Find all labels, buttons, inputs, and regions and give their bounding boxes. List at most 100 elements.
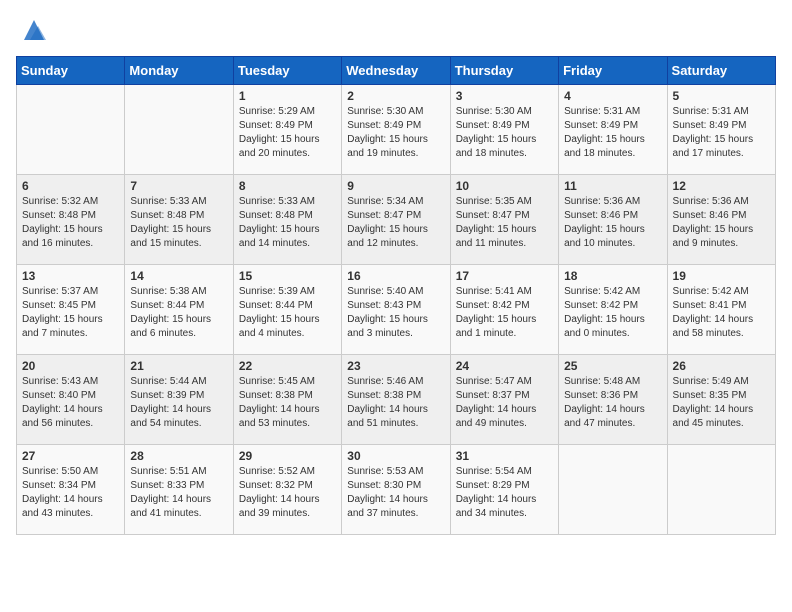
cell-content: Sunrise: 5:44 AM Sunset: 8:39 PM Dayligh… <box>130 375 227 431</box>
cell-content: Sunrise: 5:30 AM Sunset: 8:49 PM Dayligh… <box>347 105 444 161</box>
day-number: 25 <box>564 359 661 373</box>
calendar-cell <box>559 445 667 535</box>
cell-content: Sunrise: 5:47 AM Sunset: 8:37 PM Dayligh… <box>456 375 553 431</box>
calendar-cell: 6 Sunrise: 5:32 AM Sunset: 8:48 PM Daylig… <box>17 175 125 265</box>
calendar-cell: 31Sunrise: 5:54 AM Sunset: 8:29 PM Dayli… <box>450 445 558 535</box>
day-number: 15 <box>239 269 336 283</box>
cell-content: Sunrise: 5:49 AM Sunset: 8:35 PM Dayligh… <box>673 375 770 431</box>
header-sunday: Sunday <box>17 57 125 85</box>
cell-content: Sunrise: 5:34 AM Sunset: 8:47 PM Dayligh… <box>347 195 444 251</box>
cell-content: Sunrise: 5:32 AM Sunset: 8:48 PM Dayligh… <box>22 195 119 251</box>
calendar-cell: 24 Sunrise: 5:47 AM Sunset: 8:37 PM Dayli… <box>450 355 558 445</box>
cell-content: Sunrise: 5:31 AM Sunset: 8:49 PM Dayligh… <box>673 105 770 161</box>
calendar-header-row: SundayMondayTuesdayWednesdayThursdayFrid… <box>17 57 776 85</box>
cell-content: Sunrise: 5:30 AM Sunset: 8:49 PM Dayligh… <box>456 105 553 161</box>
cell-content: Sunrise: 5:38 AM Sunset: 8:44 PM Dayligh… <box>130 285 227 341</box>
calendar-cell: 7 Sunrise: 5:33 AM Sunset: 8:48 PM Daylig… <box>125 175 233 265</box>
day-number: 24 <box>456 359 553 373</box>
cell-content: Sunrise: 5:46 AM Sunset: 8:38 PM Dayligh… <box>347 375 444 431</box>
calendar-table: SundayMondayTuesdayWednesdayThursdayFrid… <box>16 56 776 535</box>
calendar-cell: 21 Sunrise: 5:44 AM Sunset: 8:39 PM Dayli… <box>125 355 233 445</box>
cell-content: Sunrise: 5:53 AM Sunset: 8:30 PM Dayligh… <box>347 465 444 521</box>
cell-content: Sunrise: 5:31 AM Sunset: 8:49 PM Dayligh… <box>564 105 661 161</box>
header-wednesday: Wednesday <box>342 57 450 85</box>
calendar-cell: 15 Sunrise: 5:39 AM Sunset: 8:44 PM Dayli… <box>233 265 341 355</box>
calendar-week-row: 20 Sunrise: 5:43 AM Sunset: 8:40 PM Dayli… <box>17 355 776 445</box>
cell-content: Sunrise: 5:45 AM Sunset: 8:38 PM Dayligh… <box>239 375 336 431</box>
calendar-cell: 22 Sunrise: 5:45 AM Sunset: 8:38 PM Dayli… <box>233 355 341 445</box>
calendar-cell: 19 Sunrise: 5:42 AM Sunset: 8:41 PM Dayli… <box>667 265 775 355</box>
header-tuesday: Tuesday <box>233 57 341 85</box>
cell-content: Sunrise: 5:37 AM Sunset: 8:45 PM Dayligh… <box>22 285 119 341</box>
day-number: 10 <box>456 179 553 193</box>
day-number: 17 <box>456 269 553 283</box>
logo <box>16 16 48 44</box>
calendar-cell: 2 Sunrise: 5:30 AM Sunset: 8:49 PM Daylig… <box>342 85 450 175</box>
calendar-cell: 10 Sunrise: 5:35 AM Sunset: 8:47 PM Dayli… <box>450 175 558 265</box>
cell-content: Sunrise: 5:35 AM Sunset: 8:47 PM Dayligh… <box>456 195 553 251</box>
day-number: 9 <box>347 179 444 193</box>
calendar-week-row: 1 Sunrise: 5:29 AM Sunset: 8:49 PM Daylig… <box>17 85 776 175</box>
calendar-cell: 1 Sunrise: 5:29 AM Sunset: 8:49 PM Daylig… <box>233 85 341 175</box>
calendar-cell: 29 Sunrise: 5:52 AM Sunset: 8:32 PM Dayli… <box>233 445 341 535</box>
cell-content: Sunrise: 5:42 AM Sunset: 8:41 PM Dayligh… <box>673 285 770 341</box>
day-number: 27 <box>22 449 119 463</box>
calendar-cell: 4 Sunrise: 5:31 AM Sunset: 8:49 PM Daylig… <box>559 85 667 175</box>
day-number: 8 <box>239 179 336 193</box>
calendar-week-row: 27 Sunrise: 5:50 AM Sunset: 8:34 PM Dayli… <box>17 445 776 535</box>
day-number: 18 <box>564 269 661 283</box>
day-number: 4 <box>564 89 661 103</box>
day-number: 1 <box>239 89 336 103</box>
cell-content: Sunrise: 5:39 AM Sunset: 8:44 PM Dayligh… <box>239 285 336 341</box>
day-number: 22 <box>239 359 336 373</box>
calendar-cell: 5 Sunrise: 5:31 AM Sunset: 8:49 PM Daylig… <box>667 85 775 175</box>
cell-content: Sunrise: 5:33 AM Sunset: 8:48 PM Dayligh… <box>130 195 227 251</box>
calendar-week-row: 6 Sunrise: 5:32 AM Sunset: 8:48 PM Daylig… <box>17 175 776 265</box>
calendar-cell: 30 Sunrise: 5:53 AM Sunset: 8:30 PM Dayli… <box>342 445 450 535</box>
day-number: 5 <box>673 89 770 103</box>
day-number: 30 <box>347 449 444 463</box>
day-number: 16 <box>347 269 444 283</box>
page-header <box>16 16 776 44</box>
day-number: 19 <box>673 269 770 283</box>
calendar-cell: 14 Sunrise: 5:38 AM Sunset: 8:44 PM Dayli… <box>125 265 233 355</box>
cell-content: Sunrise: 5:51 AM Sunset: 8:33 PM Dayligh… <box>130 465 227 521</box>
calendar-cell: 18 Sunrise: 5:42 AM Sunset: 8:42 PM Dayli… <box>559 265 667 355</box>
day-number: 3 <box>456 89 553 103</box>
day-number: 23 <box>347 359 444 373</box>
day-number: 20 <box>22 359 119 373</box>
day-number: 6 <box>22 179 119 193</box>
calendar-cell: 27 Sunrise: 5:50 AM Sunset: 8:34 PM Dayli… <box>17 445 125 535</box>
cell-content: Sunrise: 5:52 AM Sunset: 8:32 PM Dayligh… <box>239 465 336 521</box>
calendar-cell <box>125 85 233 175</box>
header-thursday: Thursday <box>450 57 558 85</box>
cell-content: Sunrise: 5:33 AM Sunset: 8:48 PM Dayligh… <box>239 195 336 251</box>
cell-content: Sunrise: 5:36 AM Sunset: 8:46 PM Dayligh… <box>673 195 770 251</box>
calendar-cell: 9 Sunrise: 5:34 AM Sunset: 8:47 PM Daylig… <box>342 175 450 265</box>
calendar-cell: 11Sunrise: 5:36 AM Sunset: 8:46 PM Dayli… <box>559 175 667 265</box>
cell-content: Sunrise: 5:29 AM Sunset: 8:49 PM Dayligh… <box>239 105 336 161</box>
calendar-cell: 13 Sunrise: 5:37 AM Sunset: 8:45 PM Dayli… <box>17 265 125 355</box>
day-number: 14 <box>130 269 227 283</box>
day-number: 12 <box>673 179 770 193</box>
cell-content: Sunrise: 5:43 AM Sunset: 8:40 PM Dayligh… <box>22 375 119 431</box>
day-number: 7 <box>130 179 227 193</box>
day-number: 29 <box>239 449 336 463</box>
day-number: 21 <box>130 359 227 373</box>
day-number: 26 <box>673 359 770 373</box>
calendar-cell: 8 Sunrise: 5:33 AM Sunset: 8:48 PM Daylig… <box>233 175 341 265</box>
cell-content: Sunrise: 5:42 AM Sunset: 8:42 PM Dayligh… <box>564 285 661 341</box>
cell-content: Sunrise: 5:40 AM Sunset: 8:43 PM Dayligh… <box>347 285 444 341</box>
day-number: 28 <box>130 449 227 463</box>
day-number: 31 <box>456 449 553 463</box>
day-number: 2 <box>347 89 444 103</box>
calendar-cell: 3 Sunrise: 5:30 AM Sunset: 8:49 PM Daylig… <box>450 85 558 175</box>
cell-content: Sunrise: 5:50 AM Sunset: 8:34 PM Dayligh… <box>22 465 119 521</box>
day-number: 13 <box>22 269 119 283</box>
calendar-cell: 26 Sunrise: 5:49 AM Sunset: 8:35 PM Dayli… <box>667 355 775 445</box>
calendar-cell: 20 Sunrise: 5:43 AM Sunset: 8:40 PM Dayli… <box>17 355 125 445</box>
calendar-cell: 23 Sunrise: 5:46 AM Sunset: 8:38 PM Dayli… <box>342 355 450 445</box>
calendar-cell <box>17 85 125 175</box>
calendar-cell: 25Sunrise: 5:48 AM Sunset: 8:36 PM Dayli… <box>559 355 667 445</box>
header-saturday: Saturday <box>667 57 775 85</box>
